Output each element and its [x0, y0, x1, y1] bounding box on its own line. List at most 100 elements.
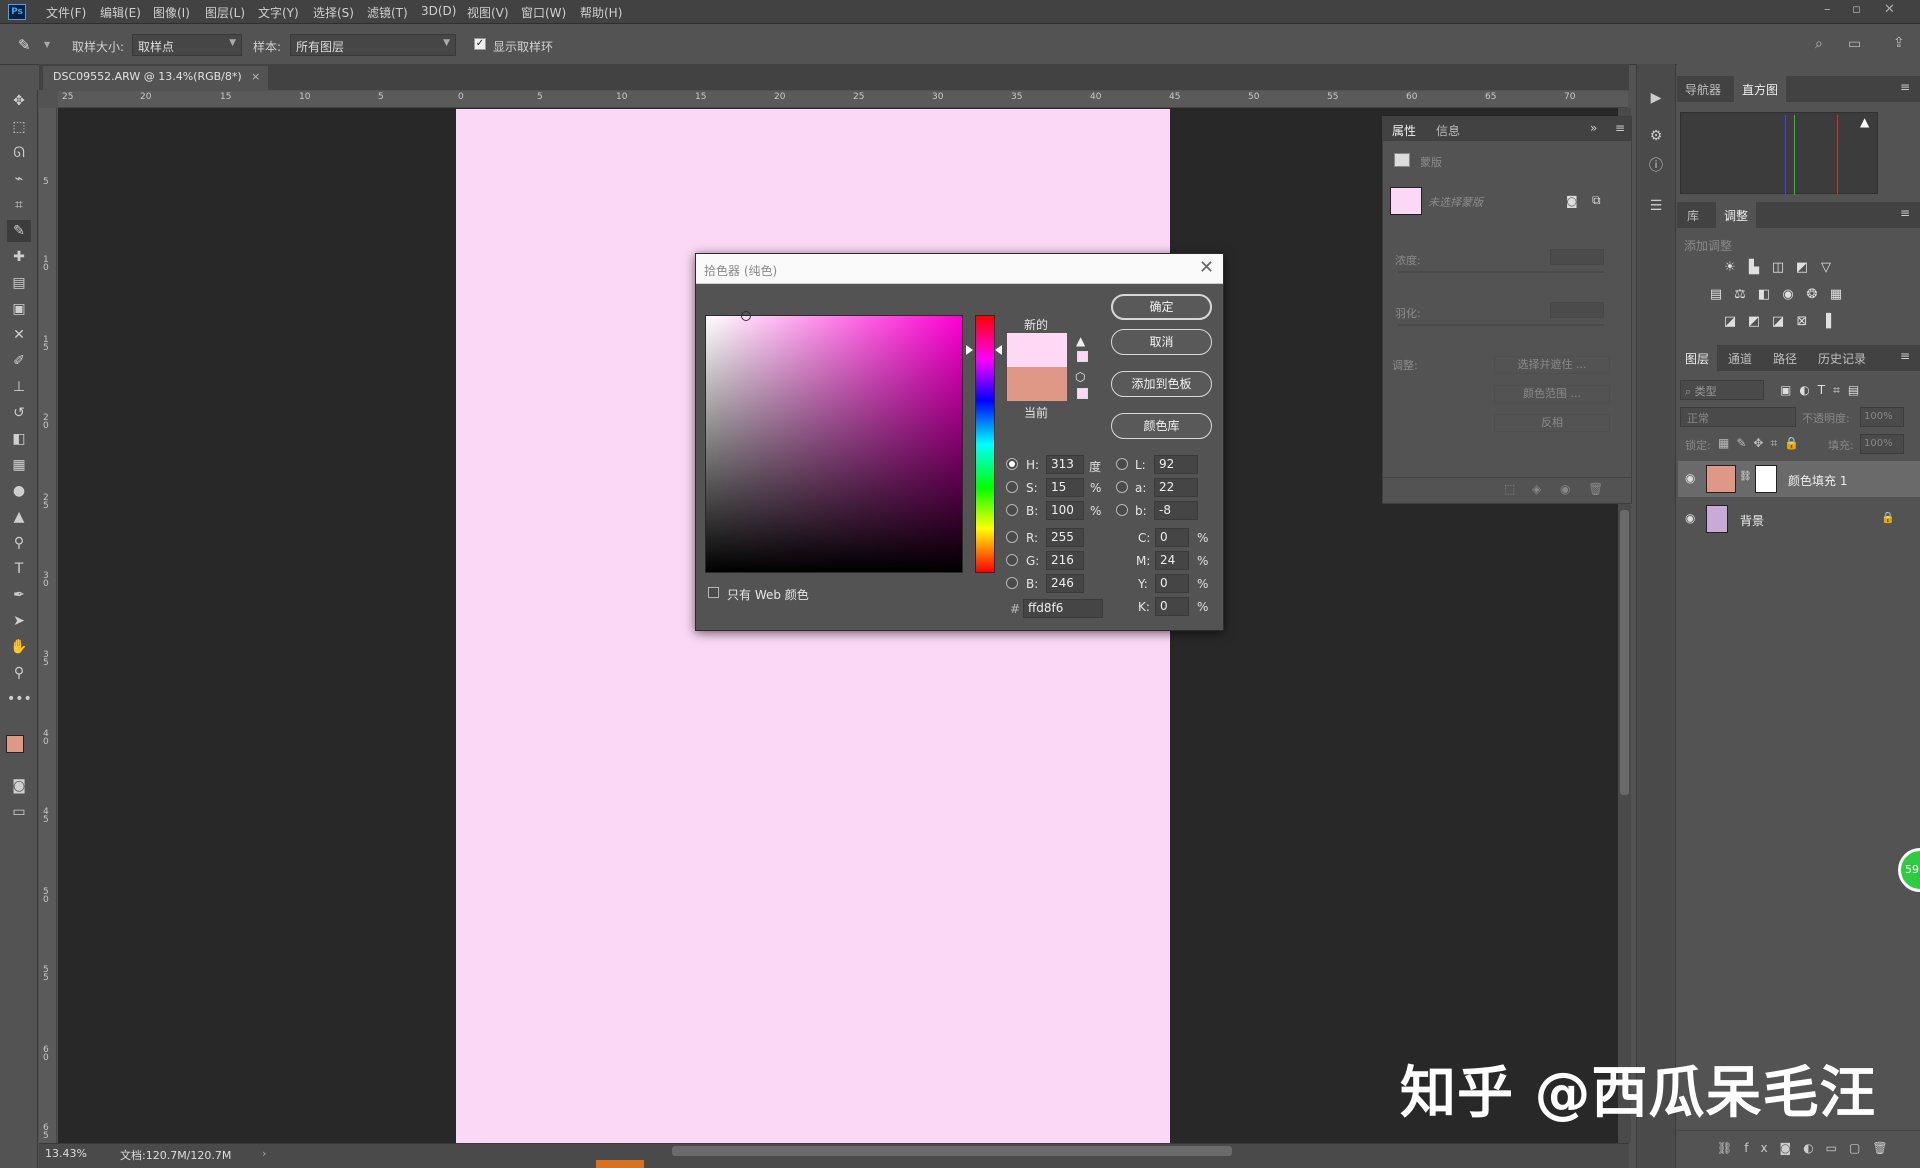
hue-radio[interactable]: [1006, 458, 1018, 470]
properties-dock-icon[interactable]: ⚙: [1646, 126, 1666, 146]
red-input[interactable]: 255: [1046, 528, 1084, 547]
color-field-cursor[interactable]: [741, 311, 751, 321]
chevron-down-icon[interactable]: ▼: [44, 40, 50, 49]
hue-input[interactable]: 313: [1046, 455, 1084, 474]
invert-button[interactable]: 反相: [1494, 414, 1610, 432]
apply-mask-icon[interactable]: ◈: [1532, 482, 1541, 496]
show-ring-checkbox[interactable]: ✓: [474, 38, 486, 50]
channel-mixer-icon[interactable]: ❂: [1802, 285, 1822, 305]
close-tab-icon[interactable]: ×: [251, 70, 260, 83]
levels-icon[interactable]: ▙: [1744, 258, 1764, 278]
menu-filter[interactable]: 滤镜(T): [367, 4, 408, 21]
menu-edit[interactable]: 编辑(E): [100, 4, 141, 21]
minimize-button[interactable]: –: [1824, 2, 1831, 17]
ok-button[interactable]: 确定: [1111, 294, 1212, 320]
tab-layers[interactable]: 图层: [1677, 345, 1718, 371]
quick-select-tool-icon[interactable]: ⌁: [7, 168, 31, 190]
hue-slider-handle-left[interactable]: [966, 345, 973, 355]
hue-saturation-icon[interactable]: ▤: [1706, 285, 1726, 305]
dodge-tool-icon[interactable]: ⚲: [7, 532, 31, 554]
zoom-level[interactable]: 13.43%: [45, 1147, 87, 1160]
opacity-field[interactable]: 100%: [1860, 407, 1904, 427]
panel-menu-icon[interactable]: ≡: [1900, 206, 1910, 220]
yellow-input[interactable]: 0: [1155, 574, 1189, 593]
curves-icon[interactable]: ◫: [1768, 258, 1788, 278]
color-libraries-button[interactable]: 颜色库: [1111, 413, 1212, 439]
web-colors-only-checkbox[interactable]: [708, 587, 719, 598]
panel-menu-icon[interactable]: ≡: [1900, 80, 1910, 94]
more-tools-icon[interactable]: •••: [7, 688, 32, 710]
green-radio[interactable]: [1006, 554, 1018, 566]
blend-mode-select[interactable]: 正常: [1680, 407, 1796, 427]
sample-size-select[interactable]: 取样点 ▼: [132, 34, 242, 56]
menu-window[interactable]: 窗口(W): [521, 4, 566, 21]
play-icon[interactable]: ▶: [1646, 88, 1666, 108]
tab-navigator[interactable]: 导航器: [1677, 76, 1729, 102]
pen-tool-icon[interactable]: ✒: [7, 584, 31, 606]
marquee-tool-icon[interactable]: ⬚: [7, 116, 31, 138]
invert-icon[interactable]: ◪: [1720, 312, 1740, 332]
photo-filter-icon[interactable]: ◉: [1778, 285, 1798, 305]
pixel-mask-icon[interactable]: ◙: [1566, 194, 1578, 208]
menu-view[interactable]: 视图(V): [467, 4, 509, 21]
search-icon[interactable]: ⌕: [1815, 36, 1823, 52]
menu-image[interactable]: 图像(I): [153, 4, 190, 21]
layer-mask-thumbnail[interactable]: [1755, 465, 1777, 493]
frame-tool-icon[interactable]: ▣: [7, 298, 31, 320]
eraser-tool-icon[interactable]: ◧: [7, 428, 31, 450]
lightness-radio[interactable]: [1116, 458, 1128, 470]
green-input[interactable]: 216: [1046, 551, 1084, 570]
black-input[interactable]: 0: [1155, 597, 1189, 616]
zoom-tool-icon[interactable]: ⚲: [7, 662, 31, 684]
sample-select[interactable]: 所有图层 ▼: [290, 34, 456, 56]
layer-comps-icon[interactable]: ☰: [1646, 196, 1666, 216]
expand-icon[interactable]: »: [1590, 121, 1597, 135]
tab-history[interactable]: 历史记录: [1810, 345, 1874, 371]
tab-libraries[interactable]: 库: [1679, 202, 1707, 228]
saturation-brightness-field[interactable]: [705, 315, 963, 573]
vibrance-icon[interactable]: ▽: [1816, 258, 1836, 278]
gamut-color-swatch[interactable]: [1077, 351, 1088, 362]
saturation-radio[interactable]: [1006, 481, 1018, 493]
lock-icons[interactable]: ▦✎✥⌗🔒: [1718, 436, 1806, 451]
horizontal-scroll-thumb[interactable]: [672, 1146, 1232, 1156]
menu-type[interactable]: 文字(Y): [258, 4, 299, 21]
a-channel-radio[interactable]: [1116, 481, 1128, 493]
blur-tool-icon[interactable]: ●: [7, 480, 31, 502]
layer-row[interactable]: ◉ ⛓ 颜色填充 1: [1678, 461, 1920, 497]
layer-actions-icons[interactable]: ⛓fx◙◐▭▢🗑: [1717, 1141, 1900, 1155]
info-icon[interactable]: ⓘ: [1646, 156, 1666, 176]
lightness-input[interactable]: 92: [1154, 455, 1198, 474]
visibility-icon[interactable]: ◉: [1560, 482, 1570, 496]
lasso-tool-icon[interactable]: ᘏ: [7, 142, 31, 164]
document-tab[interactable]: DSC09552.ARW @ 13.4%(RGB/8*) ×: [43, 66, 268, 90]
panel-menu-icon[interactable]: ≡: [1900, 349, 1910, 363]
eyedropper-icon[interactable]: ✎: [18, 36, 31, 54]
healing-brush-tool-icon[interactable]: ✚: [7, 246, 31, 268]
select-and-mask-button[interactable]: 选择并遮住 ...: [1494, 356, 1610, 374]
tab-info[interactable]: 信息: [1436, 122, 1460, 139]
workspace-icon[interactable]: ▭: [1848, 36, 1861, 52]
brightness-radio[interactable]: [1006, 504, 1018, 516]
close-icon[interactable]: ✕: [1199, 257, 1214, 278]
exposure-icon[interactable]: ◩: [1792, 258, 1812, 278]
foreground-color-swatch[interactable]: [6, 735, 24, 753]
saturation-input[interactable]: 15: [1046, 478, 1084, 497]
quick-mask-icon[interactable]: ◙: [7, 775, 31, 797]
patch-tool-icon[interactable]: ▤: [7, 272, 31, 294]
warning-icon[interactable]: ▲: [1860, 115, 1869, 129]
eye-icon[interactable]: ◉: [1685, 471, 1695, 485]
layer-kind-filter[interactable]: ⌕ 类型: [1680, 380, 1764, 400]
type-tool-icon[interactable]: T: [7, 558, 31, 580]
layer-name[interactable]: 背景: [1740, 512, 1764, 529]
cyan-input[interactable]: 0: [1155, 528, 1189, 547]
tab-adjustments[interactable]: 调整: [1716, 202, 1757, 228]
path-select-tool-icon[interactable]: ➤: [7, 610, 31, 632]
sharpen-tool-icon[interactable]: ▲: [7, 506, 31, 528]
share-icon[interactable]: ⇪: [1893, 35, 1905, 51]
gradient-map-icon[interactable]: ▐: [1816, 312, 1836, 332]
red-radio[interactable]: [1006, 531, 1018, 543]
layer-filter-icons[interactable]: ▣◐T⌗▤: [1780, 383, 1867, 398]
gamut-warning-icon[interactable]: ▲: [1076, 334, 1085, 348]
brush-tool-icon[interactable]: ✐: [7, 350, 31, 372]
